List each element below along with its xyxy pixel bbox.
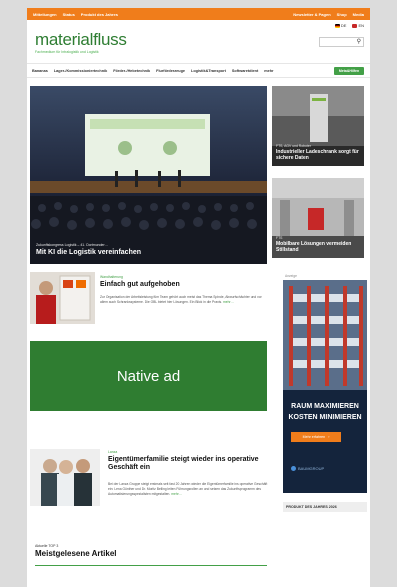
ad-cta-button[interactable]: Mehr erfahren › — [291, 432, 341, 442]
article-2-image[interactable] — [30, 449, 100, 506]
top3-title: Meistgelesene Artikel — [35, 549, 117, 558]
side-teaser-1[interactable]: FTS, AGV und Roboter Industrieller Lades… — [272, 86, 364, 166]
topbar-link-3[interactable]: Produkt des Jahres — [81, 12, 118, 17]
article-1-text: Zur Organisation der Arbeitsleistung füm… — [100, 295, 262, 304]
top-utility-bar: Mitteilungen Status Produkt des Jahres N… — [27, 8, 370, 20]
topbar-link-media[interactable]: Media — [353, 12, 364, 17]
arrow-right-icon: › — [328, 435, 330, 439]
product-of-year-box[interactable]: PRODUKT DES JAHRES 2026 — [283, 502, 367, 512]
page-background: Mitteilungen Status Produkt des Jahres N… — [0, 0, 397, 587]
article-1-title[interactable]: Einfach gut aufgehoben — [100, 281, 265, 289]
hero-caption: Zukunftskongress Logistik – 41. Dortmund… — [36, 243, 141, 256]
hero-kicker: Zukunftskongress Logistik – 41. Dortmund… — [36, 243, 109, 247]
hero-teaser[interactable]: Zukunftskongress Logistik – 41. Dortmund… — [30, 86, 267, 264]
article-1-kicker: Wandhalterung — [100, 275, 123, 279]
article-1-image[interactable] — [30, 272, 95, 324]
side-teaser-2[interactable]: FTS Mobilbare Lösungen vermeiden Stillst… — [272, 178, 364, 258]
side-teaser-1-title[interactable]: Industrieller Ladeschrank sorgt für sich… — [276, 149, 364, 161]
hero-title[interactable]: Mit KI die Logistik vereinfachen — [36, 249, 141, 256]
nav-cta-button[interactable]: Meta&Hilfen — [334, 67, 364, 75]
article-1-body: Zur Organisation der Arbeitsleistung füm… — [100, 295, 265, 305]
website-sheet: Mitteilungen Status Produkt des Jahres N… — [27, 8, 370, 587]
ad-label: Anzeige — [285, 274, 297, 278]
topbar-link-shop[interactable]: Shop — [337, 12, 347, 17]
article-1-more-link[interactable]: mehr… — [223, 300, 234, 304]
article-2-title[interactable]: Eigentümerfamilie steigt wieder ins oper… — [108, 456, 268, 472]
nav-item-4[interactable]: Flurförderzeuge — [156, 69, 185, 73]
ad-cta-label: Mehr erfahren — [302, 435, 326, 439]
german-flag-icon — [334, 23, 340, 28]
side-teaser-2-caption: FTS Mobilbare Lösungen vermeiden Stillst… — [276, 236, 364, 253]
site-logo[interactable]: materialfluss — [35, 30, 127, 50]
article-2-body: Bei der Lanza Gruppe steigt erstmals sei… — [108, 482, 268, 497]
search-icon[interactable]: ⚲ — [357, 39, 361, 46]
ad-headline-2: KOSTEN MINIMIEREN — [288, 414, 362, 421]
site-tagline: Fachmedium für Intralogistik und Logisti… — [35, 50, 99, 54]
lang-de-option[interactable]: DE — [334, 23, 346, 28]
section-divider — [35, 565, 267, 566]
locker-photo — [30, 272, 95, 324]
native-ad-placeholder[interactable]: Native ad — [30, 341, 267, 411]
side-teaser-1-kicker: FTS, AGV und Roboter — [276, 144, 311, 148]
ad-brand: BAUMGROUP — [291, 466, 324, 471]
family-portrait-photo — [30, 449, 100, 506]
main-navigation: Bananas Lager-/Kommissioniertechnik Förd… — [27, 63, 370, 78]
topbar-link-newsletter[interactable]: Newsletter & Pagen — [293, 12, 330, 17]
warehouse-racks-ad-image — [283, 280, 367, 493]
top3-kicker: Aktuelle TOP 3 — [35, 544, 59, 548]
ad-brand-name: BAUMGROUP — [298, 466, 325, 471]
side-teaser-1-caption: FTS, AGV und Roboter Industrieller Lades… — [276, 144, 364, 161]
lang-en-option[interactable]: EN — [352, 23, 364, 28]
language-switch: DE EN — [334, 23, 364, 28]
uk-flag-icon — [352, 23, 358, 28]
search-input[interactable]: ⚲ — [319, 37, 364, 47]
brand-logo-icon — [291, 466, 296, 471]
ad-headline-1: RAUM MAXIMIEREN — [291, 403, 359, 410]
nav-item-2[interactable]: Lager-/Kommissioniertechnik — [54, 69, 107, 73]
article-2-more-link[interactable]: mehr… — [171, 492, 182, 496]
conference-stage-image — [30, 86, 267, 264]
nav-item-6[interactable]: Softwaretdient — [232, 69, 258, 73]
nav-item-5[interactable]: Logistik&Transport — [191, 69, 226, 73]
side-teaser-2-kicker: FTS — [276, 236, 283, 240]
topbar-link-2[interactable]: Status — [63, 12, 75, 17]
article-2-kicker: Lanza — [108, 450, 118, 454]
topbar-link-1[interactable]: Mitteilungen — [33, 12, 57, 17]
nav-item-3[interactable]: Förder-/Hebetechnik — [113, 69, 150, 73]
nav-item-1[interactable]: Bananas — [32, 69, 48, 73]
article-2-text: Bei der Lanza Gruppe steigt erstmals sei… — [108, 482, 268, 496]
display-ad[interactable]: RAUM MAXIMIEREN KOSTEN MINIMIEREN Mehr e… — [283, 280, 367, 493]
nav-item-more[interactable]: mehr — [264, 69, 273, 73]
side-teaser-2-title[interactable]: Mobilbare Lösungen vermeiden Stillstand — [276, 241, 364, 253]
